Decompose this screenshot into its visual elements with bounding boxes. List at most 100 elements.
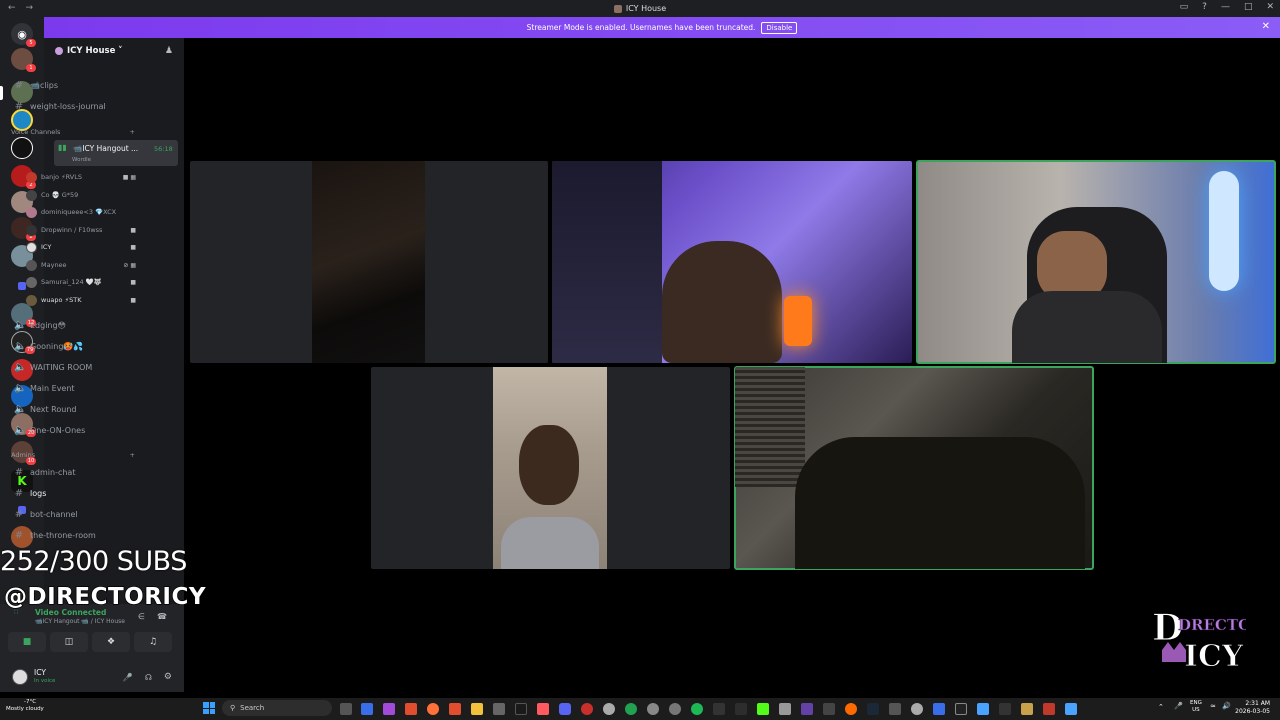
video-tile[interactable] (734, 366, 1094, 570)
microphone-tray-icon[interactable]: 🎤 (1174, 702, 1183, 710)
server-avatar[interactable] (11, 137, 33, 159)
discord-home-icon[interactable]: ◉ 5 (11, 23, 36, 47)
app-icon[interactable] (735, 703, 747, 715)
category-admins[interactable]: Admins + (11, 451, 135, 459)
voice-user[interactable]: Samurai_124 🤍🐺 ■ (26, 274, 136, 290)
minimize-button[interactable]: — (1221, 2, 1230, 12)
voice-user[interactable]: Dropwinn / F10wss ■ (26, 222, 136, 238)
app-icon[interactable] (515, 703, 527, 715)
app-icon[interactable] (625, 703, 637, 715)
video-tile[interactable] (916, 160, 1276, 364)
voice-user[interactable]: ICY ■ (26, 239, 136, 255)
opera-icon[interactable] (581, 703, 593, 715)
app-icon[interactable] (713, 703, 725, 715)
channel-item[interactable]: # 📹clips (10, 76, 136, 94)
voice-user[interactable]: wuapo ⚡STK ■ (26, 292, 136, 308)
app-icon[interactable] (493, 703, 505, 715)
steam-icon[interactable] (867, 703, 879, 715)
video-tile[interactable] (371, 367, 730, 569)
channel-item[interactable]: # bot-channel (10, 505, 136, 523)
voice-channel-item[interactable]: 🔈 One-ON-Ones (10, 421, 136, 439)
voice-channel-item[interactable]: 🔈 Next Round (10, 400, 136, 418)
brave-icon[interactable] (405, 703, 417, 715)
screenshare-button[interactable]: ◫ (50, 632, 88, 652)
video-tile[interactable] (552, 161, 912, 363)
app-icon[interactable] (1043, 703, 1055, 715)
voice-channel-item[interactable]: 🔈 Gooning🥵💦 (10, 337, 136, 355)
tray-chevron-icon[interactable]: ⌃ (1158, 703, 1164, 711)
voice-user[interactable]: Co 💀 G*59 (26, 187, 136, 203)
disconnect-icon[interactable]: ☎ (157, 612, 167, 621)
close-icon[interactable]: ✕ (1262, 21, 1270, 32)
app-icon[interactable] (845, 703, 857, 715)
close-window-button[interactable]: ✕ (1266, 2, 1274, 12)
voice-user[interactable]: banjo ⚡RVLS ■ ▦ (26, 169, 136, 185)
disable-streamer-mode-button[interactable]: Disable (761, 21, 798, 34)
app-icon[interactable] (383, 703, 395, 715)
app-icon[interactable] (779, 703, 791, 715)
inbox-icon[interactable]: ▭ (1180, 2, 1189, 12)
settings-gear-icon[interactable]: ⚙ (164, 672, 172, 682)
spotify-icon[interactable] (691, 703, 703, 715)
wifi-icon[interactable]: ≈ (1210, 702, 1216, 710)
noise-suppression-icon[interactable]: ∈ (138, 612, 145, 621)
app-icon[interactable] (669, 703, 681, 715)
channel-item[interactable]: # weight-loss-journal (10, 97, 136, 115)
app-icon[interactable] (999, 703, 1011, 715)
voice-location[interactable]: 📹ICY Hangout 📹 / ICY House (35, 618, 125, 625)
maximize-button[interactable]: □ (1244, 2, 1253, 12)
firefox-icon[interactable] (427, 703, 439, 715)
camera-icon: ■ (130, 296, 136, 304)
app-icon[interactable] (823, 703, 835, 715)
app-icon[interactable] (449, 703, 461, 715)
voice-channel-item[interactable]: 🔈 Edging😳 (10, 316, 136, 334)
app-icon[interactable] (911, 703, 923, 715)
volume-icon[interactable]: 🔊 (1222, 702, 1231, 710)
app-icon[interactable] (801, 703, 813, 715)
person-shirt (501, 517, 599, 569)
add-channel-icon[interactable]: + (130, 451, 135, 459)
voice-user[interactable]: dominiqueee<3 💎XCX (26, 204, 136, 220)
language-indicator[interactable]: ENG US (1190, 700, 1202, 714)
hash-icon: # (14, 79, 24, 91)
add-channel-icon[interactable]: + (130, 128, 135, 136)
channel-item[interactable]: # logs (10, 484, 136, 502)
app-icon[interactable] (603, 703, 615, 715)
app-icon[interactable] (1021, 703, 1033, 715)
taskbar-clock[interactable]: 2:31 AM 2026-03-05 (1235, 700, 1270, 716)
microphone-icon[interactable]: 🎤 (123, 673, 133, 682)
video-tile[interactable] (190, 161, 548, 363)
channel-item[interactable]: # the-throne-room (10, 526, 136, 544)
soundboard-button[interactable]: ♫ (134, 632, 172, 652)
app-icon[interactable] (537, 703, 549, 715)
app-icon[interactable] (977, 703, 989, 715)
weather-widget[interactable]: -7°C Mostly cloudy (6, 699, 44, 713)
app-icon[interactable] (955, 703, 967, 715)
file-explorer-icon[interactable] (471, 703, 483, 715)
guild-header[interactable]: ICY House ˅ ♟ (44, 38, 184, 64)
back-arrow-icon[interactable]: ← (8, 3, 16, 13)
discord-taskbar-icon[interactable] (559, 703, 571, 715)
forward-arrow-icon[interactable]: → (26, 3, 34, 13)
taskbar-search[interactable]: ⚲ Search (222, 700, 332, 716)
server-avatar[interactable]: 1 (11, 48, 36, 72)
camera-button[interactable]: ■ (8, 632, 46, 652)
app-icon[interactable] (647, 703, 659, 715)
app-icon[interactable] (889, 703, 901, 715)
activities-button[interactable]: ❖ (92, 632, 130, 652)
app-icon[interactable] (933, 703, 945, 715)
voice-channel-item[interactable]: 🔈 Main Event (10, 379, 136, 397)
category-voice-channels[interactable]: Voice Channels + (11, 128, 135, 136)
voice-channel-item[interactable]: 🔈 WAITING ROOM (10, 358, 136, 376)
kick-taskbar-icon[interactable] (757, 703, 769, 715)
task-view-icon[interactable] (340, 703, 352, 715)
start-button[interactable] (203, 702, 215, 714)
voice-user[interactable]: Maynee ⊘ ▦ (26, 257, 136, 273)
help-icon[interactable]: ? (1202, 2, 1207, 12)
headphones-icon[interactable]: ☊ (145, 673, 152, 682)
copilot-icon[interactable] (361, 703, 373, 715)
channel-item[interactable]: # admin-chat (10, 463, 136, 481)
avatar[interactable] (12, 669, 28, 685)
app-icon[interactable] (1065, 703, 1077, 715)
invite-icon[interactable]: ♟ (165, 46, 173, 56)
